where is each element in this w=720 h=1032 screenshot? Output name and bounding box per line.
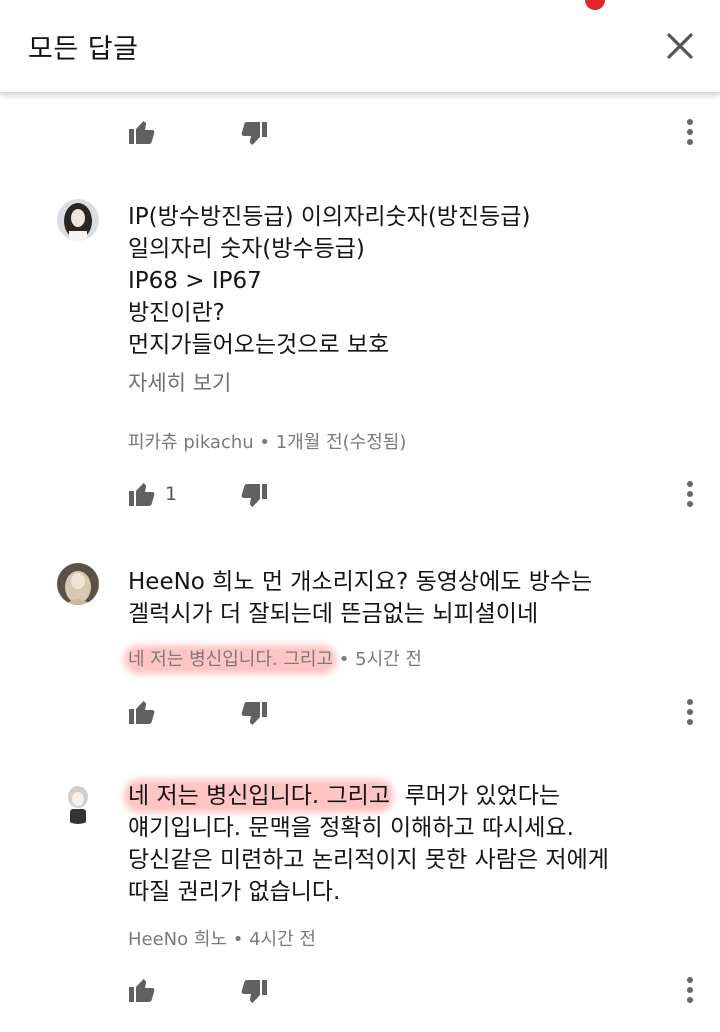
like-button[interactable] bbox=[127, 479, 157, 509]
dislike-button[interactable] bbox=[239, 699, 269, 729]
read-more-link[interactable]: 자세히 보기 bbox=[128, 367, 231, 397]
timestamp: 5시간 전 bbox=[355, 649, 422, 670]
thumbs-up-icon bbox=[129, 483, 155, 506]
user-avatar-image bbox=[57, 563, 99, 605]
comment-meta: HeeNo 희노 • 4시간 전 bbox=[128, 925, 316, 951]
thumbs-up-icon bbox=[129, 979, 155, 1002]
user-avatar-image bbox=[57, 782, 99, 824]
author-name[interactable]: HeeNo 희노 bbox=[128, 929, 227, 950]
avatar[interactable] bbox=[57, 563, 99, 605]
timestamp: 4시간 전 bbox=[249, 929, 316, 950]
panel-title: 모든 답글 bbox=[28, 34, 139, 65]
thumbs-down-icon bbox=[241, 484, 267, 507]
action-row bbox=[0, 113, 720, 153]
author-name[interactable]: 네 저는 병신입니다. 그리고 bbox=[128, 649, 334, 670]
thumbs-down-icon bbox=[241, 980, 267, 1003]
more-vert-icon bbox=[687, 977, 693, 1003]
replies-header: 모든 답글 bbox=[0, 0, 720, 93]
more-vert-icon bbox=[687, 481, 693, 507]
action-row bbox=[0, 693, 720, 733]
more-options-button[interactable] bbox=[676, 477, 704, 511]
more-options-button[interactable] bbox=[676, 973, 704, 1007]
meta-separator: • bbox=[259, 432, 271, 453]
more-options-button[interactable] bbox=[676, 695, 704, 729]
action-row: 1 bbox=[0, 475, 720, 515]
dislike-button[interactable] bbox=[239, 119, 269, 149]
more-options-button[interactable] bbox=[676, 115, 704, 149]
like-count: 1 bbox=[165, 483, 178, 505]
avatar[interactable] bbox=[57, 199, 99, 241]
more-vert-icon bbox=[687, 119, 693, 145]
highlighted-quote: 네 저는 병신입니다. 그리고 bbox=[128, 783, 391, 809]
close-button[interactable] bbox=[660, 26, 700, 66]
thumbs-down-icon bbox=[241, 122, 267, 145]
user-avatar-image bbox=[57, 199, 99, 241]
comment-text: 네 저는 병신입니다. 그리고 루머가 있었다는 얘기입니다. 문맥을 정확히 … bbox=[128, 783, 609, 905]
dislike-button[interactable] bbox=[239, 481, 269, 511]
thumbs-down-icon bbox=[241, 702, 267, 725]
comment-meta: 피카츄 pikachu • 1개월 전(수정됨) bbox=[128, 428, 406, 454]
like-button[interactable] bbox=[127, 697, 157, 727]
thumbs-up-icon bbox=[129, 121, 155, 144]
action-row bbox=[0, 971, 720, 1011]
dislike-button[interactable] bbox=[239, 977, 269, 1007]
comment-text: HeeNo 희노 먼 개소리지요? 동영상에도 방수는 겔럭시가 더 잘되는데 … bbox=[128, 569, 593, 627]
comment-meta: 네 저는 병신입니다. 그리고 • 5시간 전 bbox=[128, 645, 422, 671]
meta-separator: • bbox=[338, 649, 350, 670]
avatar[interactable] bbox=[57, 782, 99, 824]
thumbs-up-icon bbox=[129, 701, 155, 724]
notification-dot bbox=[585, 0, 605, 10]
meta-separator: • bbox=[232, 929, 244, 950]
like-button[interactable] bbox=[127, 117, 157, 147]
comment-text: IP(방수방진등급) 이의자리숫자(방진등급) 일의자리 숫자(방수등급) IP… bbox=[128, 204, 531, 358]
more-vert-icon bbox=[687, 699, 693, 725]
close-icon bbox=[667, 33, 693, 59]
timestamp: 1개월 전(수정됨) bbox=[275, 432, 407, 453]
author-name[interactable]: 피카츄 pikachu bbox=[128, 432, 254, 453]
like-button[interactable] bbox=[127, 975, 157, 1005]
